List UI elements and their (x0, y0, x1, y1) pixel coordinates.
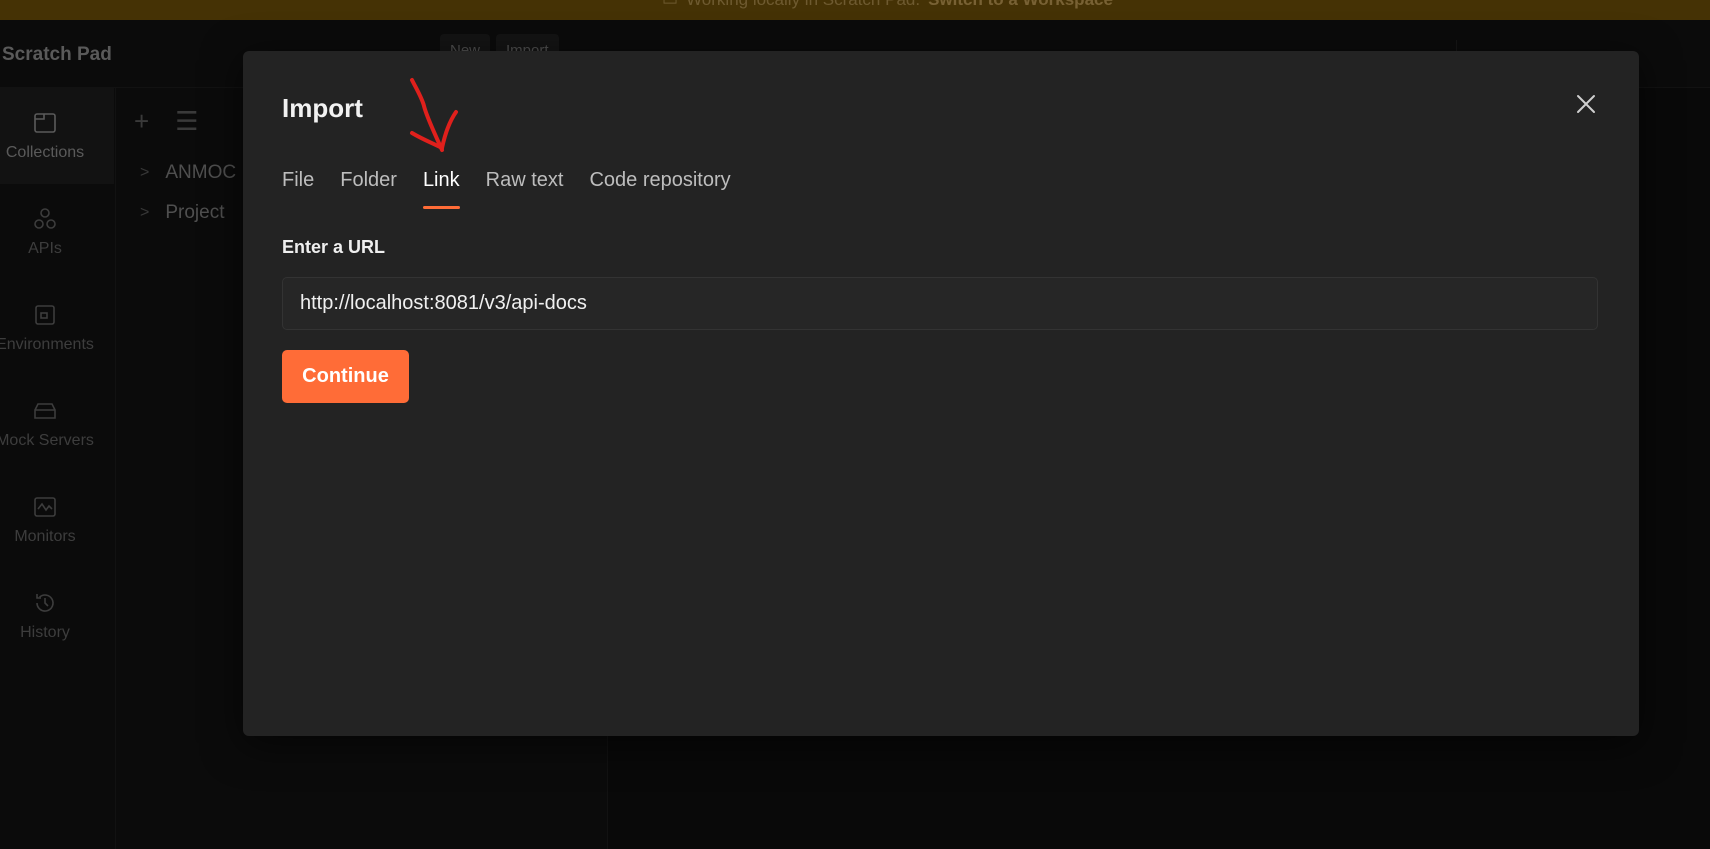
url-input[interactable] (282, 277, 1598, 330)
postman-app: ▭ Working locally in Scratch Pad. Switch… (0, 0, 1710, 849)
tab-link[interactable]: Link (422, 169, 460, 209)
tab-raw-text[interactable]: Raw text (486, 169, 564, 209)
close-button[interactable] (1573, 91, 1599, 117)
tab-file[interactable]: File (282, 169, 314, 209)
tab-folder[interactable]: Folder (340, 169, 397, 209)
close-icon (1577, 95, 1595, 113)
annotation-arrow-icon (410, 78, 458, 152)
tab-code-repository[interactable]: Code repository (589, 169, 730, 209)
continue-button[interactable]: Continue (282, 350, 409, 403)
url-field-label: Enter a URL (282, 237, 386, 257)
dialog-title: Import (282, 93, 363, 123)
import-tabs: File Folder Link Raw text Code repositor… (282, 169, 731, 209)
